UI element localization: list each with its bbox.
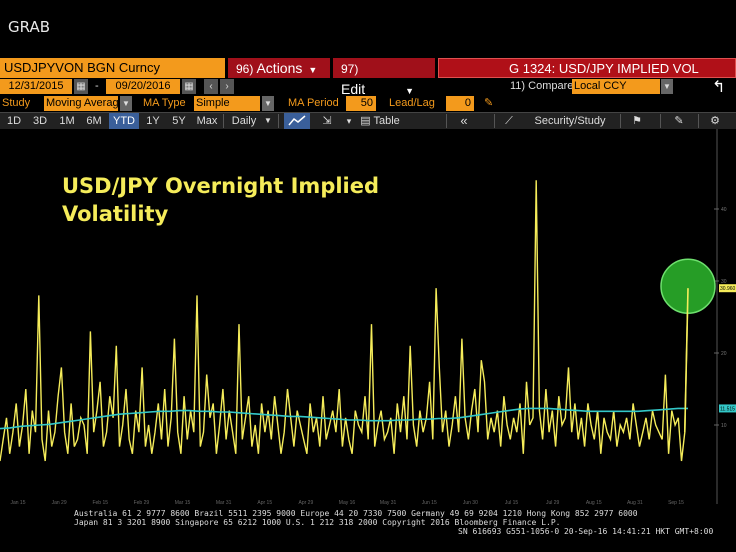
x-tick-label: Jan 15	[10, 500, 25, 506]
period-max[interactable]: Max	[193, 113, 221, 129]
frequency-select[interactable]: Daily	[226, 113, 262, 129]
x-tick-label: Feb 15	[92, 500, 108, 506]
x-tick-label: Jun 30	[463, 500, 478, 506]
y-tick-label: 40	[721, 207, 727, 213]
edit-button[interactable]: 97) Edit ▼	[333, 58, 435, 97]
trend-icon[interactable]: ⟋	[500, 113, 518, 129]
crosshair-icon[interactable]: ⇲	[314, 113, 340, 129]
last-value-label: 30.960	[720, 286, 736, 292]
collapse-left-icon[interactable]: «	[452, 113, 476, 129]
compare-label: 11) Compare	[510, 80, 574, 92]
chart-title-line-2: Volatility	[62, 202, 169, 226]
calendar-icon[interactable]: ▦	[182, 79, 196, 94]
chart-toolbar: 1D 3D 1M 6M YTD 1Y 5Y Max Daily ▼ ⇲ ▾ ▤ …	[0, 112, 736, 130]
divider	[660, 114, 661, 128]
period-3d[interactable]: 3D	[28, 113, 52, 129]
divider	[446, 114, 447, 128]
chart-area[interactable]: Jan 15 Jan 29 Feb 15 Feb 29 Mar 15 Mar 31 Apr …	[0, 129, 736, 509]
actions-button[interactable]: 96) Actions ▼	[228, 58, 330, 78]
period-6m[interactable]: 6M	[82, 113, 106, 129]
study-select[interactable]: Moving Averag	[44, 96, 118, 111]
actions-label: Actions	[256, 60, 303, 76]
chevron-down-icon[interactable]: ▼	[120, 96, 132, 111]
x-tick-label: Jul 15	[505, 500, 519, 506]
y-tick-label: 30	[721, 279, 727, 285]
table-label: Table	[373, 115, 400, 127]
table-button[interactable]: ▤ Table	[358, 113, 402, 129]
graph-title: G 1324: USD/JPY IMPLIED VOL	[438, 58, 736, 78]
header-bar: USDJPYVON BGN Curncy 96) Actions ▼ 97) Ed…	[0, 58, 736, 97]
ma-type-label: MA Type	[143, 97, 186, 109]
x-tick-label: Jan 29	[52, 500, 67, 506]
calendar-icon[interactable]: ▦	[74, 79, 88, 94]
window-title: GRAB	[8, 18, 50, 36]
edit-number: 97)	[341, 62, 359, 76]
chevron-left-icon[interactable]: ‹	[204, 79, 218, 94]
x-tick-label: Apr 29	[299, 500, 314, 506]
pencil-icon[interactable]: ✎	[484, 96, 493, 111]
study-label: Study	[2, 97, 31, 109]
chart-svg: Jan 15 Jan 29 Feb 15 Feb 29 Mar 15 Mar 31 Apr …	[0, 129, 736, 506]
date-range-bar: 12/31/2015 ▦ - 09/20/2016 ▦ ‹ › 11) Comp…	[0, 79, 736, 96]
x-tick-label: Sep 15	[668, 500, 684, 506]
actions-number: 96)	[236, 62, 254, 76]
ma-period-label: MA Period	[288, 97, 339, 109]
security-study-button[interactable]: Security/Study	[524, 113, 616, 129]
x-tick-label: Aug 15	[586, 500, 602, 506]
divider	[278, 114, 279, 128]
x-tick-label: May 16	[339, 500, 356, 506]
ma-period-field[interactable]: 50	[346, 96, 376, 111]
divider	[698, 114, 699, 128]
leadlag-label: Lead/Lag	[389, 97, 435, 109]
chevron-down-icon[interactable]: ▼	[661, 79, 673, 94]
window-titlebar: GRAB	[0, 0, 736, 56]
x-tick-label: Apr 15	[257, 500, 272, 506]
period-1d[interactable]: 1D	[2, 113, 26, 129]
period-5y[interactable]: 5Y	[167, 113, 191, 129]
x-tick-label: Feb 29	[134, 500, 150, 506]
period-1y[interactable]: 1Y	[141, 113, 165, 129]
back-arrow-icon[interactable]: ↰	[712, 77, 725, 97]
date-separator: -	[95, 80, 99, 92]
study-bar: Study Moving Averag ▼ MA Type Simple ▼ M…	[0, 96, 736, 111]
chevron-down-icon[interactable]: ▼	[262, 113, 274, 129]
chevron-right-icon[interactable]: ›	[220, 79, 234, 94]
x-tick-label: Mar 31	[216, 500, 232, 506]
x-tick-label: Jul 29	[546, 500, 560, 506]
divider	[223, 114, 224, 128]
x-tick-label: Mar 15	[175, 500, 191, 506]
x-tick-label: May 31	[380, 500, 397, 506]
leadlag-field[interactable]: 0	[446, 96, 474, 111]
footer-line-2: Japan 81 3 3201 8900 Singapore 65 6212 1…	[74, 518, 561, 527]
divider	[494, 114, 495, 128]
footer: Australia 61 2 9777 8600 Brazil 5511 239…	[0, 508, 736, 552]
period-ytd[interactable]: YTD	[109, 113, 139, 129]
compare-select[interactable]: Local CCY	[572, 79, 660, 94]
chevron-down-icon: ▼	[308, 65, 318, 75]
chart-title: USD/JPY Overnight Implied	[62, 174, 379, 198]
series-line-moving-average	[0, 407, 688, 430]
footer-line-3: SN 616693 G551-1056-0 20-Sep-16 14:41:21…	[458, 527, 714, 536]
cursor-icon[interactable]: ▾	[342, 113, 356, 129]
start-date-field[interactable]: 12/31/2015	[0, 79, 72, 94]
line-chart-icon[interactable]	[284, 113, 310, 129]
last-value-label: 11.515	[720, 406, 735, 412]
y-tick-label: 10	[721, 423, 727, 429]
annotate-icon[interactable]: ✎	[668, 113, 690, 129]
table-icon: ▤	[360, 115, 374, 127]
period-1m[interactable]: 1M	[55, 113, 79, 129]
ma-type-select[interactable]: Simple	[194, 96, 260, 111]
footer-line-1: Australia 61 2 9777 8600 Brazil 5511 239…	[74, 509, 638, 518]
divider	[620, 114, 621, 128]
x-tick-label: Jun 15	[422, 500, 437, 506]
x-tick-label: Aug 31	[627, 500, 643, 506]
security-field[interactable]: USDJPYVON BGN Curncy	[0, 58, 225, 78]
chevron-down-icon[interactable]: ▼	[262, 96, 274, 111]
flag-icon[interactable]: ⚑	[626, 113, 648, 129]
gear-icon[interactable]: ⚙	[704, 113, 726, 129]
end-date-field[interactable]: 09/20/2016	[106, 79, 180, 94]
y-tick-label: 20	[721, 351, 727, 357]
